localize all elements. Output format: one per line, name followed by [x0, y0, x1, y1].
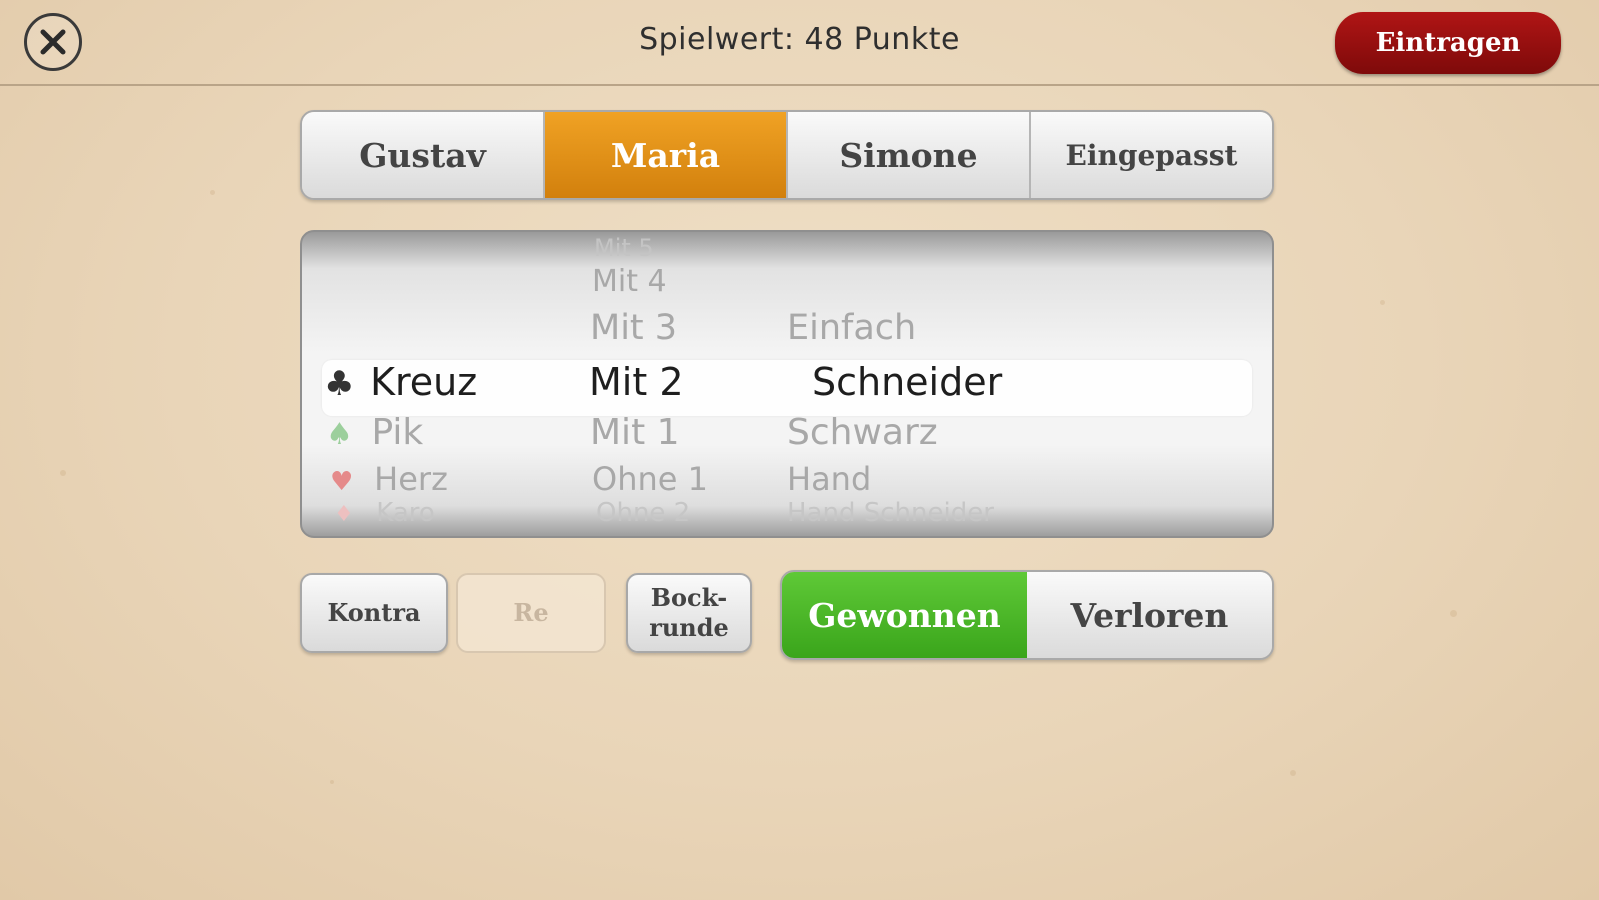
- bockrunde-button[interactable]: Bock- runde: [626, 573, 752, 653]
- picker-suit-label: Karo: [376, 498, 435, 528]
- picker-multiplier-item[interactable]: Mit 3: [590, 308, 677, 348]
- paper-texture: [60, 470, 66, 476]
- bockrunde-label-line2: runde: [649, 613, 729, 642]
- lost-button[interactable]: Verloren: [1027, 572, 1272, 658]
- re-button[interactable]: Re: [456, 573, 606, 653]
- picker-mode-selected[interactable]: Schneider: [812, 360, 1002, 404]
- paper-texture: [210, 190, 215, 195]
- picker-mode-item[interactable]: Einfach: [787, 308, 916, 348]
- picker-multiplier-item[interactable]: Mit 4: [592, 264, 667, 299]
- picker-multiplier-item[interactable]: Ohne 2: [596, 498, 690, 528]
- paper-texture: [1380, 300, 1385, 305]
- paper-texture: [1450, 610, 1457, 617]
- picker-mode-item[interactable]: Schwarz: [787, 412, 938, 453]
- submit-button[interactable]: Eintragen: [1335, 12, 1561, 74]
- diamond-icon: ♦: [334, 502, 354, 527]
- won-button[interactable]: Gewonnen: [782, 572, 1027, 658]
- spade-icon: ♠: [326, 417, 353, 452]
- player-selector: Gustav Maria Simone Eingepasst: [300, 110, 1274, 200]
- heart-icon: ♥: [330, 467, 354, 497]
- picker-suit-label: Kreuz: [370, 360, 478, 404]
- player-tab-eingepasst[interactable]: Eingepasst: [1031, 112, 1272, 198]
- player-tab-gustav[interactable]: Gustav: [302, 112, 545, 198]
- game-picker[interactable]: ♣ Kreuz ♠ Pik ♥ Herz ♦ Karo Mit 5 Mit 4 …: [300, 230, 1274, 538]
- picker-mode-item[interactable]: Hand Schneider: [787, 498, 994, 528]
- paper-texture: [1290, 770, 1296, 776]
- picker-suit-karo[interactable]: ♦ Karo: [334, 498, 435, 528]
- result-selector: Gewonnen Verloren: [780, 570, 1274, 660]
- player-tab-maria[interactable]: Maria: [545, 112, 788, 198]
- player-tab-simone[interactable]: Simone: [788, 112, 1031, 198]
- picker-suit-label: Pik: [371, 412, 424, 453]
- header-bar: Spielwert: 48 Punkte Eintragen: [0, 0, 1599, 86]
- picker-multiplier-item[interactable]: Ohne 1: [592, 460, 708, 498]
- picker-suit-pik[interactable]: ♠ Pik: [326, 412, 423, 453]
- picker-suit-herz[interactable]: ♥ Herz: [330, 460, 448, 498]
- kontra-button[interactable]: Kontra: [300, 573, 448, 653]
- picker-suit-label: Herz: [374, 460, 448, 498]
- picker-mode-item[interactable]: Hand: [787, 460, 871, 498]
- picker-multiplier-item[interactable]: Mit 5: [594, 234, 654, 262]
- paper-texture: [330, 780, 334, 784]
- picker-multiplier-item[interactable]: Mit 1: [590, 412, 680, 453]
- club-icon: ♣: [324, 364, 355, 404]
- picker-suit-kreuz[interactable]: ♣ Kreuz: [324, 360, 477, 404]
- bockrunde-label-line1: Bock-: [650, 583, 728, 612]
- picker-multiplier-selected[interactable]: Mit 2: [589, 360, 684, 404]
